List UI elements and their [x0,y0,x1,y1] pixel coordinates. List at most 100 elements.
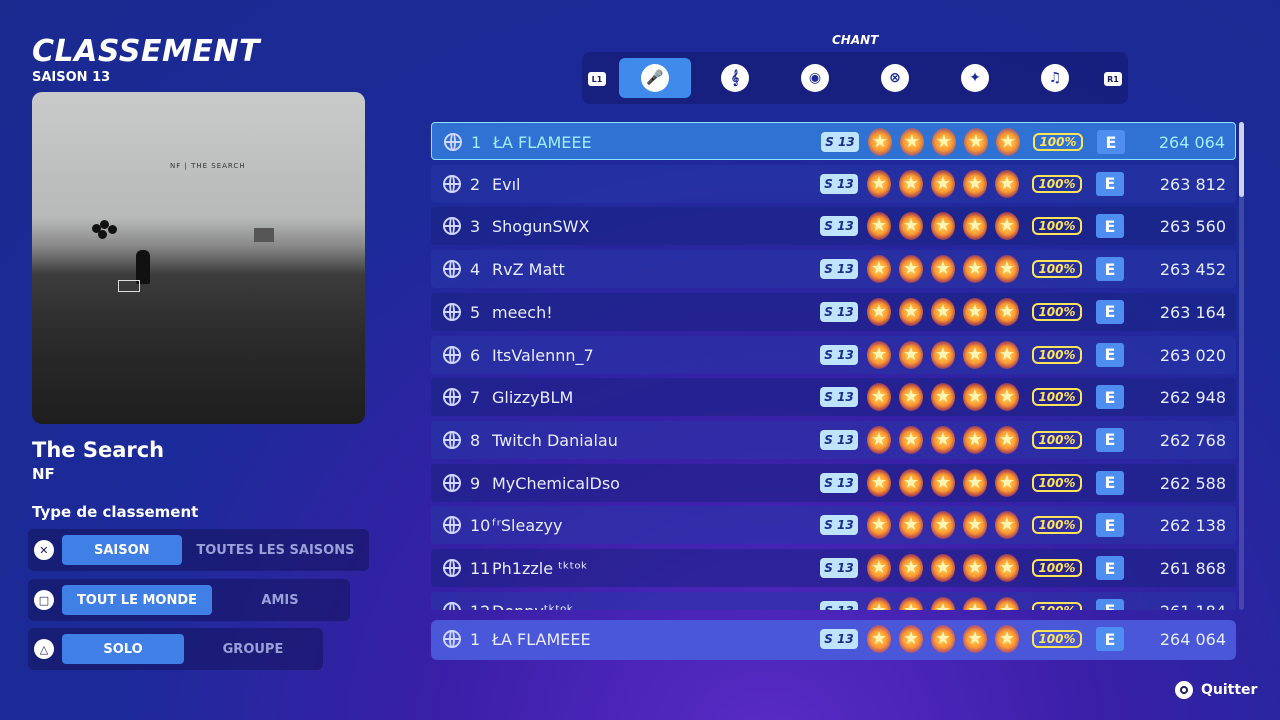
star-icon: ★ [963,383,987,412]
scrollbar-thumb[interactable] [1239,122,1244,197]
guitar-tab[interactable]: 𝄞 [699,58,771,98]
star-icon: ★ [963,596,987,610]
difficulty-badge: E [1097,130,1125,154]
instrument-selector: L1 🎤 𝄞 ◉ ⊗ ✦ ♫ R1 [582,52,1128,104]
mode-toggle[interactable]: △ SOLO GROUPE [28,628,323,670]
accuracy-badge: 100% [1033,133,1083,151]
pro-bass-tab[interactable]: ✦ [939,58,1011,98]
season-badge: S 13 [821,132,859,152]
quit-button[interactable]: Quitter [1175,681,1257,699]
star-icon: ★ [963,625,987,653]
star-icon: ★ [899,340,923,369]
star-rating: ★ ★ ★ ★ ★ [867,169,1019,198]
star-icon: ★ [931,169,955,198]
scrollbar[interactable] [1239,122,1244,610]
scope-toggle[interactable]: □ TOUT LE MONDE AMIS [28,579,350,621]
cover-figure [136,250,150,284]
table-row[interactable]: 6 ItsValennn_7 S 13 ★ ★ ★ ★ ★ 100% E 263 020 [431,335,1236,374]
star-rating: ★ ★ ★ ★ ★ [867,625,1019,653]
r1-button-icon[interactable]: R1 [1104,72,1122,86]
player-row[interactable]: 1 ŁA FLAMEEE S 13 ★ ★ ★ ★ ★ 100% E 264 0… [431,620,1236,660]
microphone-icon: 🎤 [641,64,669,92]
vocals-tab[interactable]: 🎤 [619,58,691,98]
score-value: 262 768 [1159,430,1226,450]
difficulty-badge: E [1096,513,1124,538]
bass-tab[interactable]: ◉ [779,58,851,98]
triangle-button-icon: △ [34,639,54,659]
star-icon: ★ [867,212,891,241]
star-rating: ★ ★ ★ ★ ★ [867,297,1019,326]
star-rating: ★ ★ ★ ★ ★ [867,425,1019,454]
difficulty-badge: E [1096,598,1124,610]
player-rank: 1 [470,630,481,649]
player-name: ŁA FLAMEEE [493,133,592,152]
globe-icon [443,217,461,236]
star-icon: ★ [867,596,891,610]
star-icon: ★ [963,511,987,540]
accuracy-badge: 100% [1032,430,1082,449]
star-rating: ★ ★ ★ ★ ★ [867,340,1019,369]
star-icon: ★ [931,340,955,369]
score-value: 264 064 [1158,133,1225,152]
group-option[interactable]: GROUPE [184,634,322,664]
season-option[interactable]: SAISON [61,535,182,565]
globe-icon [443,430,461,449]
guitar-icon: 𝄞 [721,64,749,92]
star-icon: ★ [995,340,1019,369]
star-icon: ★ [867,297,891,326]
difficulty-badge: E [1096,171,1124,196]
star-rating: ★ ★ ★ ★ ★ [867,383,1019,412]
star-icon: ★ [931,625,955,653]
page-title: CLASSEMENT [32,34,260,69]
solo-option[interactable]: SOLO [62,634,184,664]
globe-icon [443,516,461,535]
rank-number: 7 [470,388,481,408]
star-icon: ★ [899,625,923,653]
season-badge: S 13 [820,558,858,578]
pro-guitar-tab[interactable]: ♫ [1019,58,1091,98]
season-badge: S 13 [820,515,858,536]
table-row[interactable]: 8 Twitch Danialau S 13 ★ ★ ★ ★ ★ 100% E 262 768 [431,420,1236,459]
star-icon: ★ [899,212,923,241]
drums-tab[interactable]: ⊗ [859,58,931,98]
season-badge: S 13 [820,259,858,280]
leaderboard-list[interactable]: 1 ŁA FLAMEEE S 13 ★ ★ ★ ★ ★ 100% E 264 064 2 Evıl S 1… [431,122,1236,610]
player-name: ŁA FLAMEEE [492,630,591,649]
star-icon: ★ [995,255,1019,284]
star-icon: ★ [899,383,923,412]
rank-number: 11 [470,559,491,578]
star-rating: ★ ★ ★ ★ ★ [867,468,1019,497]
table-row[interactable]: 5 meech! S 13 ★ ★ ★ ★ ★ 100% E 263 164 [431,292,1236,331]
star-icon: ★ [899,554,923,582]
table-row[interactable]: 2 Evıl S 13 ★ ★ ★ ★ ★ 100% E 263 812 [431,164,1236,203]
player-name: Twitch Danialau [492,430,618,450]
difficulty-badge: E [1096,556,1124,580]
table-row[interactable]: 10 ᶠʳSleazyy S 13 ★ ★ ★ ★ ★ 100% E 262 138 [431,506,1236,545]
score-value: 262 588 [1159,473,1226,493]
season-badge: S 13 [820,629,858,649]
table-row[interactable]: 11 Ph1zzle ᵗᵏᵗᵒᵏ S 13 ★ ★ ★ ★ ★ 100% E 261 868 [431,549,1236,587]
table-row[interactable]: 12Donnyᵗᵏᵗᵒᵏ S 13 ★ ★ ★ ★ ★ 100% E 261 184 [431,591,1236,610]
table-row[interactable]: 7 GlizzyBLM S 13 ★ ★ ★ ★ ★ 100% E 262 948 [431,378,1236,417]
friends-option[interactable]: AMIS [212,585,348,615]
season-label: SAISON 13 [32,70,111,85]
all-seasons-option[interactable]: TOUTES LES SAISONS [182,535,369,565]
l1-button-icon[interactable]: L1 [588,72,606,86]
table-row[interactable]: 3 ShogunSWX S 13 ★ ★ ★ ★ ★ 100% E 263 560 [431,207,1236,246]
globe-icon [443,559,461,577]
rank-number: 6 [470,345,481,365]
season-badge: S 13 [820,600,858,610]
accuracy-badge: 100% [1032,473,1082,492]
score-value: 263 020 [1159,345,1226,365]
star-icon: ★ [963,297,987,326]
table-row[interactable]: 1 ŁA FLAMEEE S 13 ★ ★ ★ ★ ★ 100% E 264 064 [431,122,1236,160]
drums-icon: ⊗ [881,64,909,92]
everyone-option[interactable]: TOUT LE MONDE [62,585,212,615]
star-icon: ★ [899,255,923,284]
table-row[interactable]: 4 RvZ Matt S 13 ★ ★ ★ ★ ★ 100% E 263 452 [431,250,1236,289]
difficulty-badge: E [1096,214,1124,239]
table-row[interactable]: 9 MyChemicalDso S 13 ★ ★ ★ ★ ★ 100% E 262 588 [431,463,1236,502]
song-title: The Search [32,438,165,462]
season-toggle[interactable]: ✕ SAISON TOUTES LES SAISONS [28,529,369,571]
player-name: RvZ Matt [492,260,565,280]
